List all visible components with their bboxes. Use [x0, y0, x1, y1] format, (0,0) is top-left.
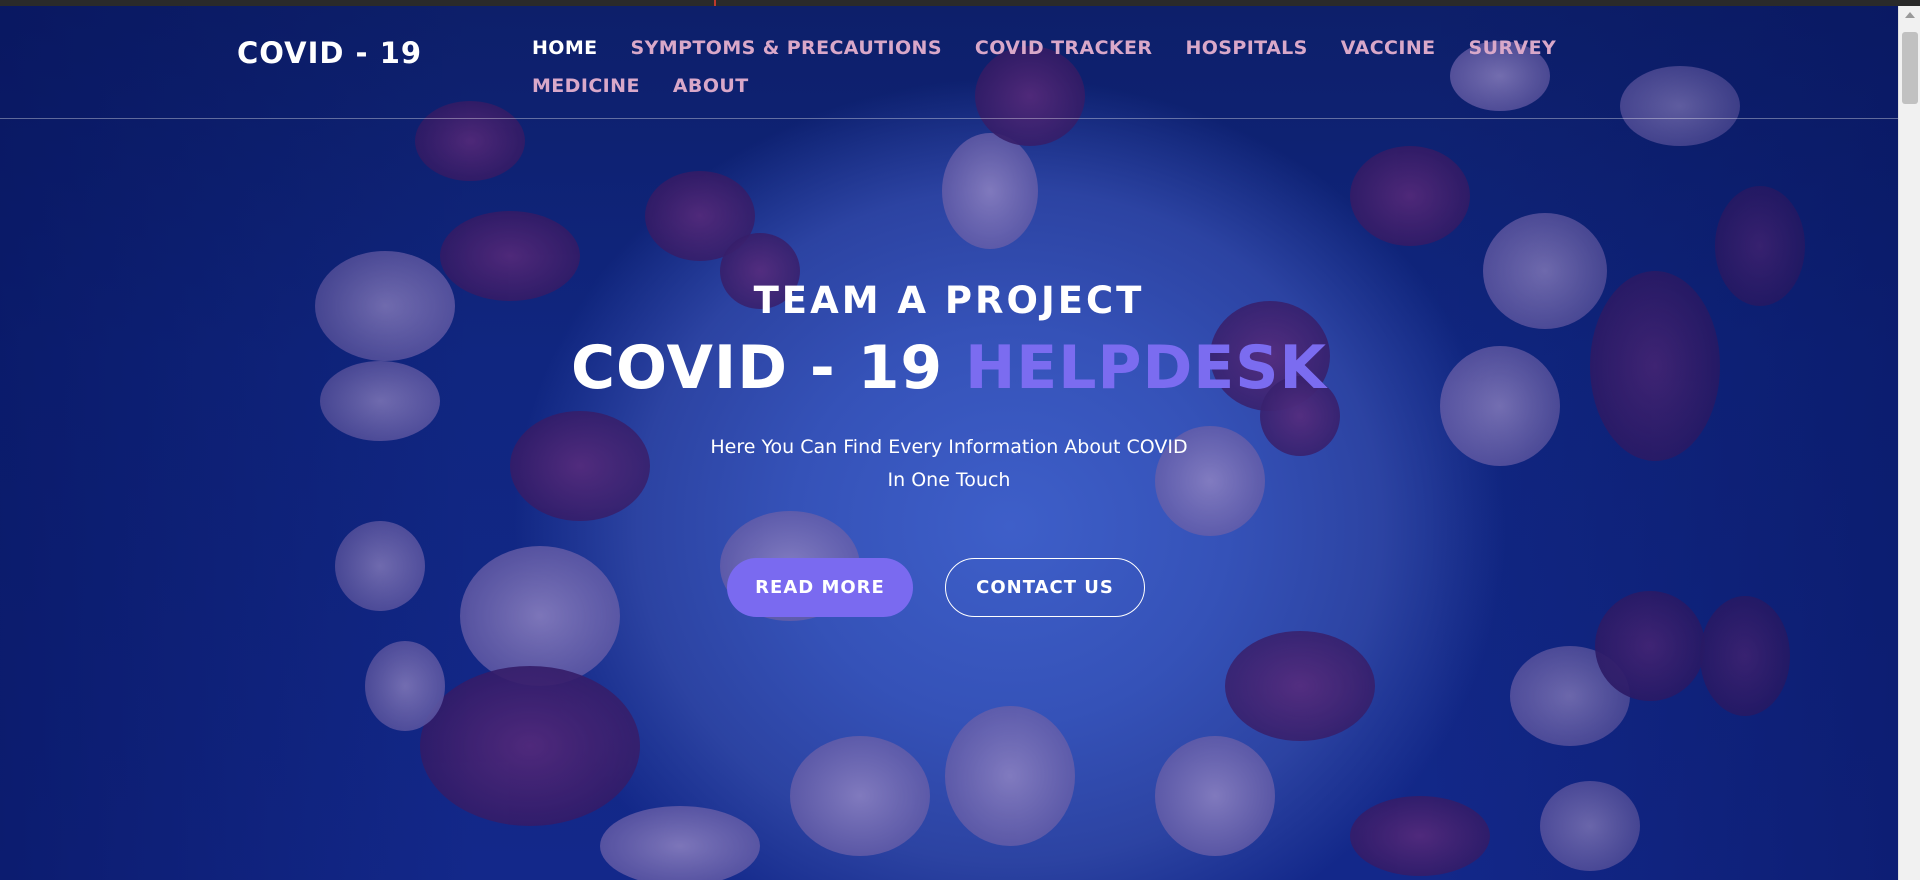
hero-headline-accent: HELPDESK	[965, 333, 1327, 403]
site-logo[interactable]: COVID - 19	[237, 36, 422, 70]
hero-eyebrow: TEAM A PROJECT	[753, 279, 1145, 322]
nav-item-survey[interactable]: SURVEY	[1469, 36, 1557, 60]
hero-section: COVID - 19 HOME SYMPTOMS & PRECAUTIONS C…	[0, 6, 1898, 880]
hero-tagline: Here You Can Find Every Information Abou…	[0, 431, 1898, 497]
contact-us-button[interactable]: CONTACT US	[945, 558, 1145, 617]
read-more-button[interactable]: READ MORE	[727, 558, 913, 617]
nav-menu: HOME SYMPTOMS & PRECAUTIONS COVID TRACKE…	[532, 36, 1612, 98]
hero-tagline-line2: In One Touch	[887, 469, 1011, 491]
nav-item-hospitals[interactable]: HOSPITALS	[1185, 36, 1307, 60]
nav-item-vaccine[interactable]: VACCINE	[1341, 36, 1436, 60]
nav-item-home[interactable]: HOME	[532, 36, 598, 60]
nav-item-symptoms-precautions[interactable]: SYMPTOMS & PRECAUTIONS	[631, 36, 942, 60]
hero-button-row: READ MORE CONTACT US	[727, 558, 1145, 617]
hero-tagline-line1: Here You Can Find Every Information Abou…	[710, 436, 1188, 458]
site-navbar: COVID - 19 HOME SYMPTOMS & PRECAUTIONS C…	[0, 6, 1898, 119]
nav-item-covid-tracker[interactable]: COVID TRACKER	[975, 36, 1153, 60]
nav-item-medicine[interactable]: MEDICINE	[532, 74, 640, 98]
chevron-up-icon[interactable]	[1905, 12, 1915, 18]
scrollbar-thumb[interactable]	[1902, 32, 1918, 104]
hero-headline-main: COVID - 19	[571, 333, 966, 403]
hero-headline: COVID - 19 HELPDESK	[0, 333, 1898, 403]
page-scrollbar[interactable]	[1898, 6, 1920, 880]
nav-item-about[interactable]: ABOUT	[673, 74, 749, 98]
